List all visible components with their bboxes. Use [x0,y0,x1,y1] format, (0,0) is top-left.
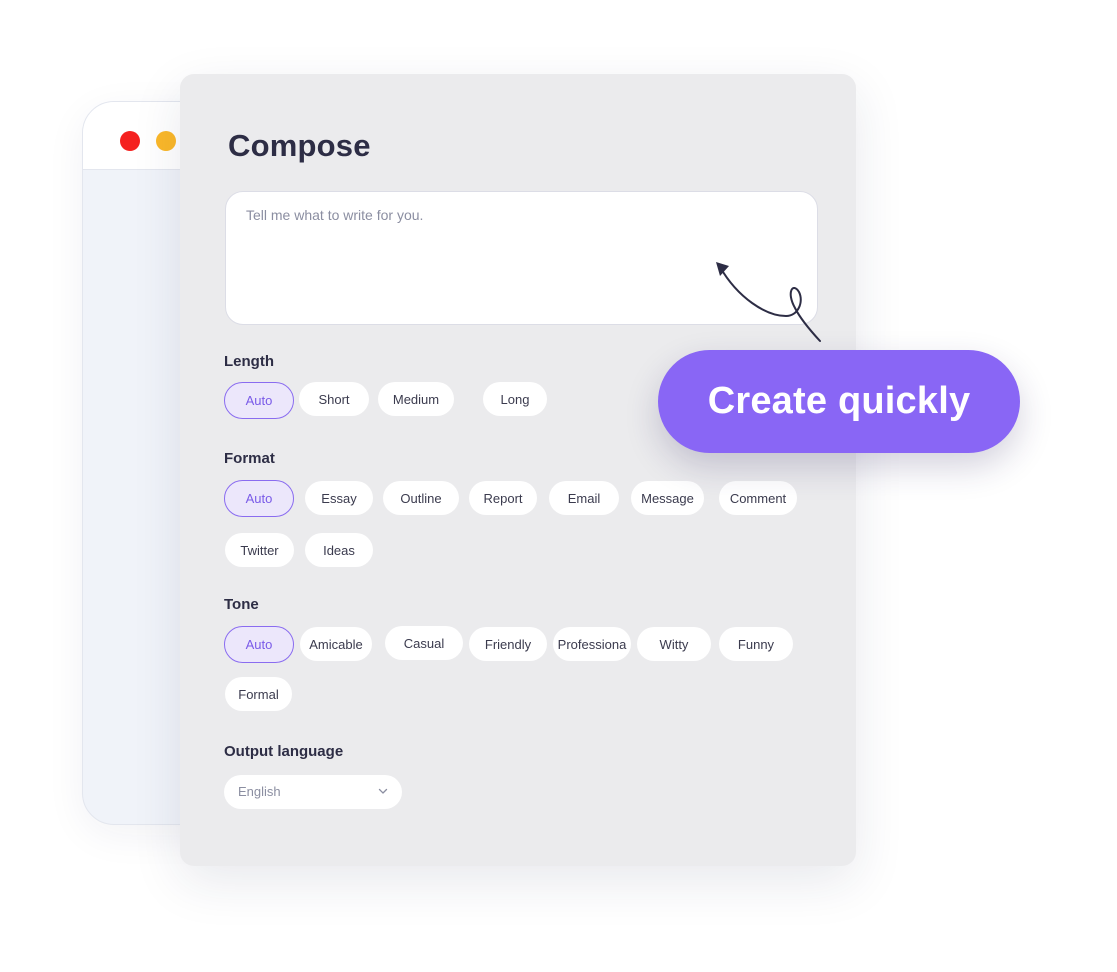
tone-option-formal[interactable]: Formal [225,677,292,711]
compose-panel: Compose Tell me what to write for you. L… [180,74,856,866]
length-label: Length [224,353,274,370]
window-minimize-dot[interactable] [156,131,176,151]
format-option-email[interactable]: Email [549,481,619,515]
format-option-outline[interactable]: Outline [383,481,459,515]
window-close-dot[interactable] [120,131,140,151]
tone-label: Tone [224,596,259,613]
curly-arrow-icon [716,262,821,342]
tone-option-witty[interactable]: Witty [637,627,711,661]
tone-option-professional[interactable]: Professiona [553,627,631,661]
tone-option-amicable[interactable]: Amicable [300,627,372,661]
tone-option-auto[interactable]: Auto [224,626,294,663]
chevron-down-icon [378,788,388,794]
page-title: Compose [228,128,371,163]
format-option-message[interactable]: Message [631,481,704,515]
format-option-comment[interactable]: Comment [719,481,797,515]
output-language-label: Output language [224,743,344,760]
output-language-value: English [238,784,281,799]
length-option-auto[interactable]: Auto [224,382,294,419]
create-quickly-button[interactable]: Create quickly [658,350,1020,453]
length-option-short[interactable]: Short [299,382,369,416]
format-option-report[interactable]: Report [469,481,537,515]
output-language-select[interactable]: English [224,775,402,809]
format-option-twitter[interactable]: Twitter [225,533,294,567]
tone-option-funny[interactable]: Funny [719,627,793,661]
tone-option-friendly[interactable]: Friendly [469,627,547,661]
format-label: Format [224,450,275,467]
length-option-medium[interactable]: Medium [378,382,454,416]
format-option-ideas[interactable]: Ideas [305,533,373,567]
tone-option-casual[interactable]: Casual [385,626,463,660]
format-option-auto[interactable]: Auto [224,480,294,517]
format-option-essay[interactable]: Essay [305,481,373,515]
length-option-long[interactable]: Long [483,382,547,416]
prompt-placeholder: Tell me what to write for you. [246,207,424,223]
